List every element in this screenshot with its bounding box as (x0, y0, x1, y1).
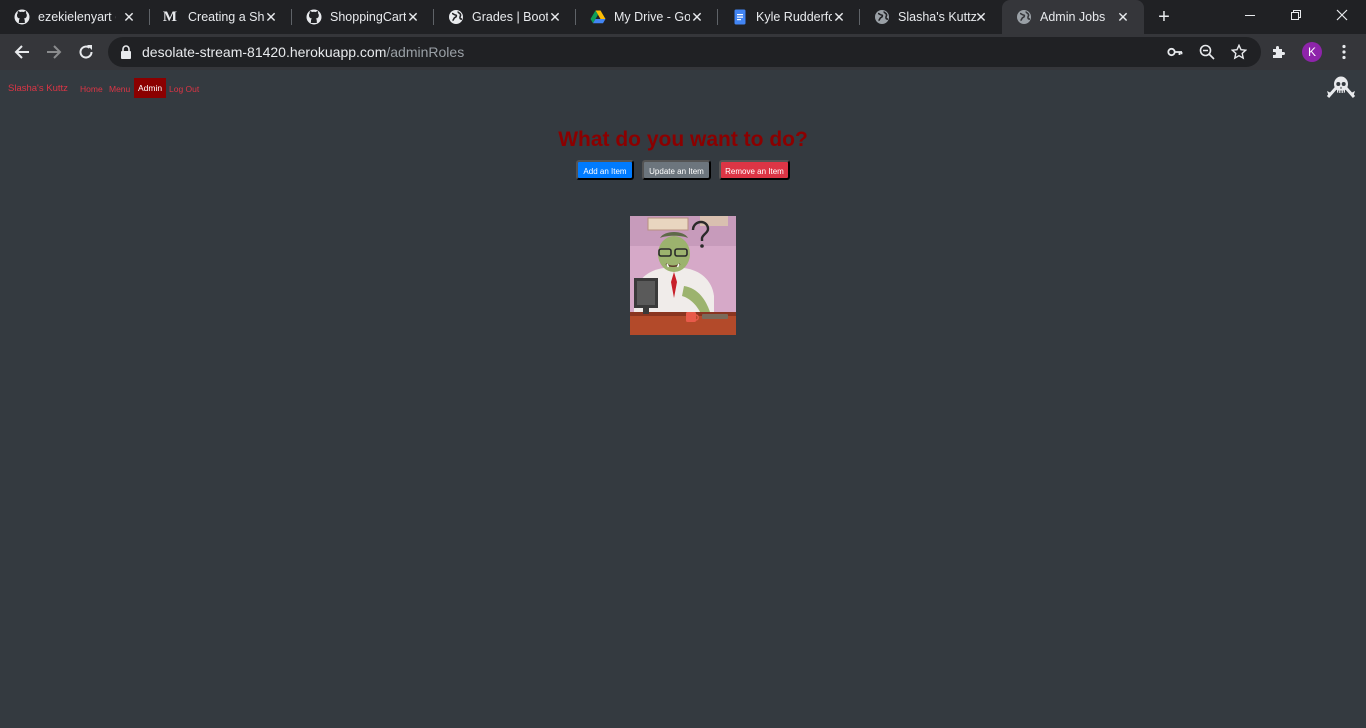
nav-link-menu[interactable]: Menu (109, 84, 130, 94)
remove-item-button[interactable]: Remove an Item (719, 160, 790, 180)
browser-tab[interactable]: Kyle Rudderfor ✕ (718, 0, 860, 34)
url-text[interactable]: desolate-stream-81420.herokuapp.com/admi… (142, 44, 464, 60)
kebab-menu-icon[interactable] (1335, 43, 1353, 61)
browser-tab[interactable]: Slasha's Kuttz ✕ (860, 0, 1002, 34)
zoom-icon[interactable] (1199, 44, 1215, 60)
tab-title: Kyle Rudderfor (756, 10, 832, 24)
skull-logo-icon (1326, 75, 1356, 99)
browser-tab-active[interactable]: Admin Jobs ✕ (1002, 0, 1144, 34)
browser-tab[interactable]: ezekielenyart ( ✕ (0, 0, 150, 34)
globe-icon (874, 9, 890, 25)
tab-close-icon[interactable]: ✕ (122, 10, 136, 24)
profile-avatar[interactable]: K (1302, 42, 1322, 62)
browser-tab[interactable]: ShoppingCartV ✕ (292, 0, 434, 34)
reload-icon[interactable] (76, 42, 96, 62)
tab-close-icon[interactable]: ✕ (548, 10, 562, 24)
tab-close-icon[interactable]: ✕ (264, 10, 278, 24)
browser-tab[interactable]: My Drive - Goo ✕ (576, 0, 718, 34)
browser-tabstrip: ezekielenyart ( ✕ M Creating a Sho ✕ Sho… (0, 0, 1366, 34)
page-content: Slasha's Kuttz Home Menu Admin Log Out W… (0, 70, 1366, 728)
medium-icon: M (162, 8, 178, 25)
url-path: /adminRoles (386, 44, 465, 60)
globe-icon (1016, 9, 1032, 25)
tab-close-icon[interactable]: ✕ (690, 10, 704, 24)
close-window-icon[interactable] (1332, 6, 1352, 26)
tab-title: Admin Jobs (1040, 10, 1106, 24)
update-item-button[interactable]: Update an Item (642, 160, 711, 180)
lock-icon[interactable] (120, 45, 132, 64)
restore-icon[interactable] (1286, 6, 1306, 26)
bookmark-star-icon[interactable] (1231, 44, 1247, 60)
nav-link-logout[interactable]: Log Out (169, 84, 199, 94)
tab-title: ezekielenyart ( (38, 10, 116, 24)
browser-tab[interactable]: Grades | Boot ✕ (434, 0, 576, 34)
browser-toolbar: desolate-stream-81420.herokuapp.com/admi… (0, 34, 1366, 70)
add-item-button[interactable]: Add an Item (576, 160, 634, 180)
tab-title: ShoppingCartV (330, 10, 406, 24)
forward-icon[interactable] (44, 42, 64, 62)
github-icon (306, 9, 322, 25)
browser-tab[interactable]: M Creating a Sho ✕ (150, 0, 292, 34)
new-tab-icon[interactable]: + (1154, 7, 1174, 27)
tab-title: Grades | Boot (472, 10, 548, 24)
google-docs-icon (732, 9, 748, 25)
google-drive-icon (590, 9, 606, 25)
back-icon[interactable] (12, 42, 32, 62)
address-bar[interactable]: desolate-stream-81420.herokuapp.com/admi… (108, 37, 1261, 67)
nav-link-home[interactable]: Home (80, 84, 103, 94)
url-host: desolate-stream-81420.herokuapp.com (142, 44, 387, 60)
tab-title: My Drive - Goo (614, 10, 690, 24)
tab-close-icon[interactable]: ✕ (974, 10, 988, 24)
globe-icon (448, 9, 464, 25)
tab-title: Slasha's Kuttz (898, 10, 977, 24)
extensions-puzzle-icon[interactable] (1270, 43, 1288, 61)
tab-close-icon[interactable]: ✕ (1116, 10, 1130, 24)
nav-link-admin[interactable]: Admin (134, 78, 167, 98)
site-brand-link[interactable]: Slasha's Kuttz (8, 83, 68, 94)
page-title: What do you want to do? (558, 128, 808, 151)
confused-ogre-illustration (630, 216, 736, 335)
tab-title: Creating a Sho (188, 10, 264, 24)
minimize-icon[interactable] (1240, 6, 1260, 26)
key-icon[interactable] (1167, 44, 1183, 60)
github-icon (14, 9, 30, 25)
tab-close-icon[interactable]: ✕ (832, 10, 846, 24)
tab-close-icon[interactable]: ✕ (406, 10, 420, 24)
